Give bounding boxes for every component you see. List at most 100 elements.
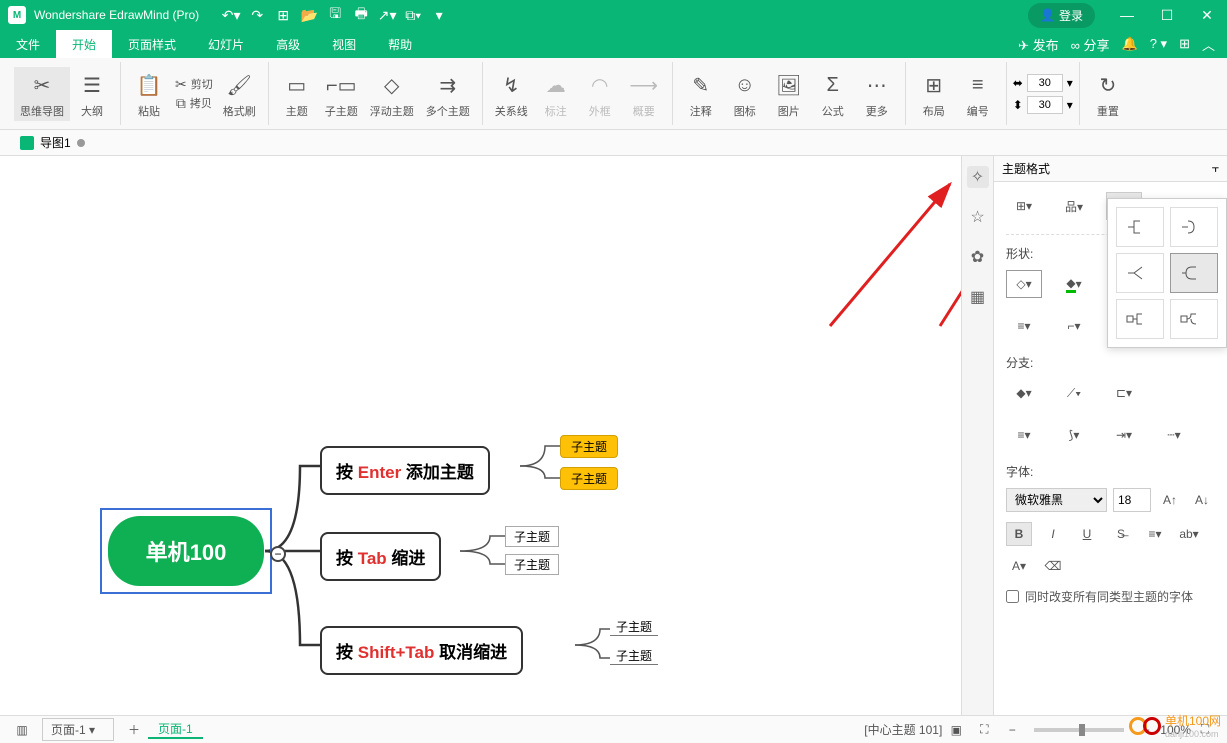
menu-file[interactable]: 文件 [0,30,56,58]
close-button[interactable]: ✕ [1187,0,1227,30]
highlight-button[interactable]: ab▾ [1176,522,1202,546]
format-brush-button[interactable]: 🖌格式刷 [217,67,262,121]
branch-color-button[interactable]: ◆▾ [1006,379,1042,407]
branch-connector-button[interactable]: ⊏▾ [1106,379,1142,407]
reset-button[interactable]: ↻重置 [1086,67,1130,121]
sub-node[interactable]: 子主题 [610,618,658,636]
branch-weight-button[interactable]: ≡▾ [1006,421,1042,449]
font-bigger-button[interactable]: A↑ [1157,488,1183,512]
menu-start[interactable]: 开始 [56,30,112,58]
align-button[interactable]: ≡▾ [1142,522,1168,546]
calendar-tab-icon[interactable]: ▦ [967,286,989,308]
zoom-out-button[interactable]: − [1000,718,1024,742]
branch-style-button[interactable]: ⟋▾ [1056,379,1092,407]
italic-button[interactable]: I [1040,522,1066,546]
export-button[interactable]: ↗▾ [375,3,399,27]
outline-mode-button[interactable]: ☰大纲 [70,67,114,121]
line-weight-button[interactable]: ≡▾ [1006,312,1042,340]
shape-line-color-button[interactable]: ◆▾ [1056,270,1092,298]
sub-node[interactable]: 子主题 [560,467,618,490]
zoom-in-button[interactable]: + [1134,718,1158,742]
topic-button[interactable]: ▭主题 [275,67,319,121]
format-tab-icon[interactable]: ✧ [967,166,989,188]
collapse-ribbon-icon[interactable]: ︿ [1202,35,1215,54]
more-button[interactable]: ⋯更多 [855,67,899,121]
zoom-slider[interactable] [1034,728,1124,732]
menu-pagestyle[interactable]: 页面样式 [112,30,192,58]
share-qat-button[interactable]: ⧉▾ [401,3,425,27]
document-tab[interactable]: 导图1 [8,130,97,155]
icon-button[interactable]: ☺图标 [723,67,767,121]
notify-icon[interactable]: 🔔 [1122,36,1138,52]
minimize-button[interactable]: — [1107,0,1147,30]
pin-icon[interactable]: ⫟ [1212,161,1219,176]
node-tab[interactable]: 按 Tab 缩进 [320,532,441,581]
layout-tree-button[interactable]: 品▾ [1056,192,1092,220]
help-icon[interactable]: ? ▾ [1150,36,1167,52]
node-enter[interactable]: 按 Enter 添加主题 [320,446,490,495]
font-color-button[interactable]: A▾ [1006,554,1032,578]
star-tab-icon[interactable]: ☆ [967,206,989,228]
new-button[interactable]: ⊞ [271,3,295,27]
print-button[interactable]: 🖶 [349,3,373,27]
floating-topic-button[interactable]: ◇浮动主题 [364,67,420,121]
collapse-toggle[interactable]: − [270,546,286,562]
pages-list-button[interactable]: ▥ [10,718,34,742]
copy-button[interactable]: ⧉拷贝 [171,94,217,113]
font-smaller-button[interactable]: A↓ [1189,488,1215,512]
relation-button[interactable]: ↯关系线 [489,67,534,121]
qat-more[interactable]: ▾ [427,3,451,27]
clear-format-button[interactable]: ⌫ [1040,554,1066,578]
cut-button[interactable]: ✂剪切 [171,75,217,94]
open-button[interactable]: 📂 [297,3,321,27]
undo-button[interactable]: ↶▾ [219,3,243,27]
layout-opt-2[interactable] [1170,207,1218,247]
apps-icon[interactable]: ⊞ [1179,36,1190,52]
font-size-input[interactable] [1113,488,1151,512]
layout-radial-button[interactable]: ⊞▾ [1006,192,1042,220]
fit-page-button[interactable]: ▣ [944,718,968,742]
sub-node[interactable]: 子主题 [505,526,559,547]
paste-button[interactable]: 📋粘贴 [127,67,171,121]
login-button[interactable]: 👤 登录 [1028,3,1095,28]
layout-opt-5[interactable] [1116,299,1164,339]
maximize-button[interactable]: ☐ [1147,0,1187,30]
subtopic-button[interactable]: ⌐▭子主题 [319,67,364,121]
clover-tab-icon[interactable]: ✿ [967,246,989,268]
layout-opt-1[interactable] [1116,207,1164,247]
page-select[interactable]: 页面-1 ▾ [42,718,114,741]
height-input[interactable] [1027,96,1063,114]
publish-button[interactable]: ✈ 发布 [1018,35,1059,54]
branch-curve-button[interactable]: ⟆▾ [1056,421,1092,449]
save-button[interactable]: 🖫 [323,3,347,27]
menu-advanced[interactable]: 高级 [260,30,316,58]
layout-opt-3[interactable] [1116,253,1164,293]
note-button[interactable]: ✎注释 [679,67,723,121]
multi-topic-button[interactable]: ⇉多个主题 [420,67,476,121]
sub-node[interactable]: 子主题 [610,647,658,665]
share-button[interactable]: ∞ 分享 [1071,35,1110,54]
fullscreen-button[interactable]: ⛶ [1193,718,1217,742]
picture-button[interactable]: 🖼图片 [767,67,811,121]
underline-button[interactable]: U [1074,522,1100,546]
menu-view[interactable]: 视图 [316,30,372,58]
corner-button[interactable]: ⌐▾ [1056,312,1092,340]
add-page-button[interactable]: ＋ [122,718,146,742]
layout-button[interactable]: ⊞布局 [912,67,956,121]
summary-button[interactable]: ⟶概要 [622,67,666,121]
font-family-select[interactable]: 微软雅黑 [1006,488,1107,512]
formula-button[interactable]: Σ公式 [811,67,855,121]
width-input[interactable] [1027,74,1063,92]
redo-button[interactable]: ↷ [245,3,269,27]
sub-node[interactable]: 子主题 [560,435,618,458]
mindmap-mode-button[interactable]: ✂思维导图 [14,67,70,121]
fit-width-button[interactable]: ⛶ [972,718,996,742]
bold-button[interactable]: B [1006,522,1032,546]
layout-opt-6[interactable] [1170,299,1218,339]
layout-opt-4[interactable] [1170,253,1218,293]
canvas[interactable]: 单机100 − 按 Enter 添加主题 按 Tab 缩进 按 Shift+Ta… [0,156,961,715]
center-node[interactable]: 单机100 [108,516,264,586]
callout-button[interactable]: ☁标注 [534,67,578,121]
node-shifttab[interactable]: 按 Shift+Tab 取消缩进 [320,626,523,675]
apply-all-checkbox[interactable]: 同时改变所有同类型主题的字体 [1006,588,1215,605]
